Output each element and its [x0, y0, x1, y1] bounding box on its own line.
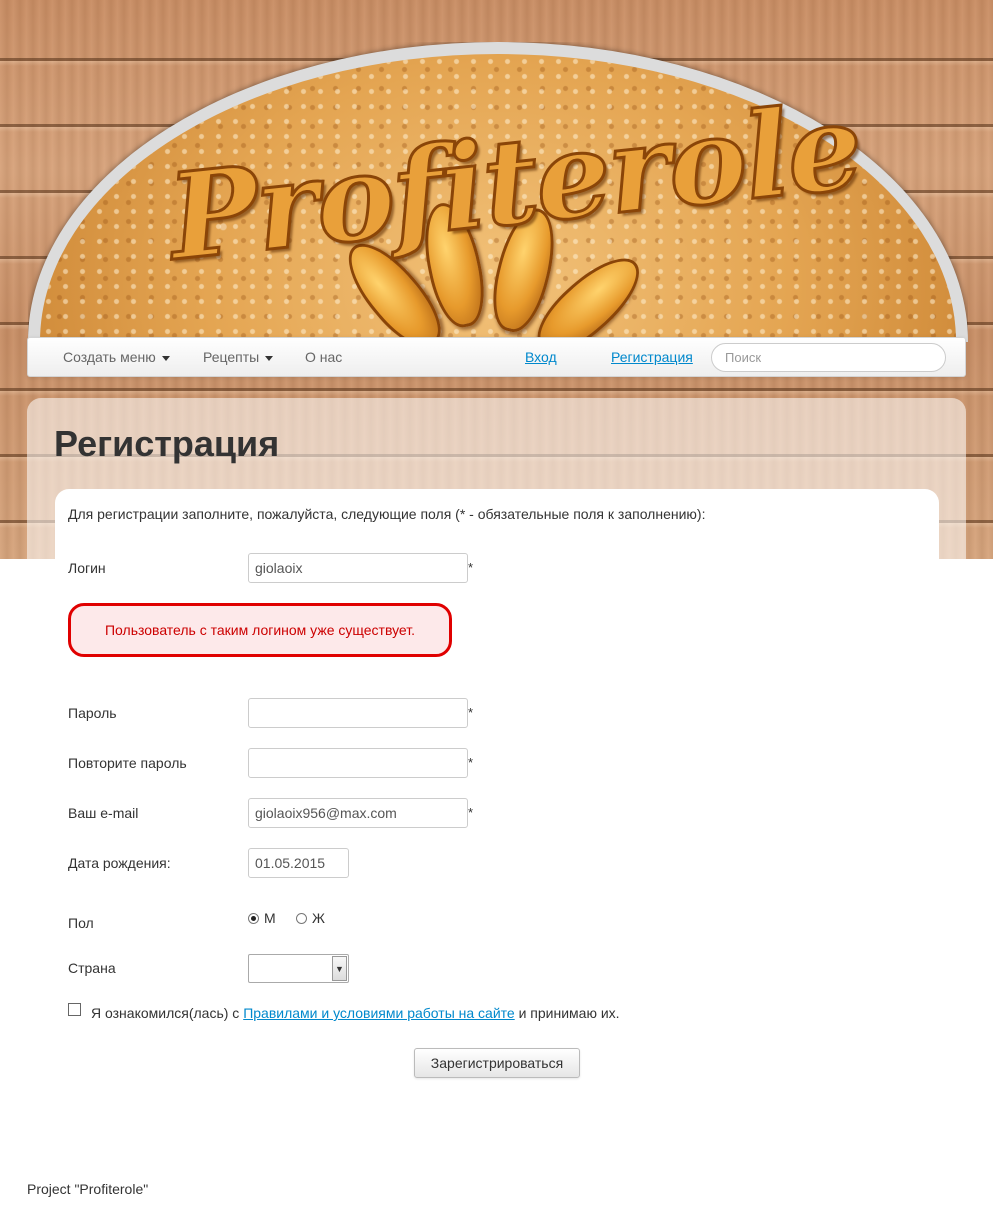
required-mark: * — [468, 755, 474, 770]
gender-option-f-label: Ж — [312, 910, 325, 926]
agree-text: Я ознакомился(лась) с Правилами и услови… — [91, 1005, 620, 1021]
nav-create-menu[interactable]: Создать меню — [63, 349, 170, 365]
search-input[interactable] — [711, 343, 946, 372]
chevron-down-icon — [161, 355, 170, 361]
register-button[interactable]: Зарегистрироваться — [414, 1048, 580, 1078]
select-arrow-icon: ▼ — [332, 956, 347, 981]
email-field[interactable] — [248, 798, 468, 828]
login-error-text: Пользователь с таким логином уже существ… — [104, 622, 415, 638]
required-mark: * — [468, 705, 474, 720]
birthdate-field[interactable] — [248, 848, 349, 878]
agree-prefix: Я ознакомился(лась) с — [91, 1005, 244, 1021]
login-error-message: Пользователь с таким логином уже существ… — [68, 603, 452, 657]
login-field[interactable] — [248, 553, 468, 583]
password-field[interactable] — [248, 698, 468, 728]
password-label: Пароль — [68, 705, 117, 721]
required-mark: * — [468, 560, 474, 575]
page-title: Регистрация — [54, 423, 280, 464]
agree-suffix: и принимаю их. — [514, 1005, 620, 1021]
agree-checkbox[interactable] — [68, 1003, 81, 1016]
country-label: Страна — [68, 960, 116, 976]
nav-recipes[interactable]: Рецепты — [203, 349, 274, 365]
password-repeat-field[interactable] — [248, 748, 468, 778]
logo-banner: Profiterole — [28, 42, 968, 342]
nav-recipes-label: Рецепты — [203, 349, 260, 365]
email-label: Ваш e-mail — [68, 805, 139, 821]
nav-create-menu-label: Создать меню — [63, 349, 156, 365]
password-repeat-label: Повторите пароль — [68, 755, 187, 771]
birthdate-label: Дата рождения: — [68, 855, 171, 871]
login-link[interactable]: Вход — [525, 349, 557, 365]
terms-link[interactable]: Правилами и условиями работы на сайте — [243, 1005, 515, 1021]
footer-text: Project "Profiterole" — [27, 1181, 149, 1197]
gender-label: Пол — [68, 915, 94, 931]
form-container — [55, 489, 939, 559]
register-link[interactable]: Регистрация — [611, 349, 693, 365]
gender-radio-m[interactable] — [248, 913, 259, 924]
country-select[interactable]: ▼ — [248, 954, 349, 983]
gender-radio-f[interactable] — [296, 913, 307, 924]
navbar: Создать меню Рецепты О нас Вход Регистра… — [27, 337, 966, 377]
gender-option-m-label: М — [264, 910, 276, 926]
required-mark: * — [468, 805, 474, 820]
form-intro: Для регистрации заполните, пожалуйста, с… — [68, 506, 706, 522]
chevron-down-icon — [265, 355, 274, 361]
nav-about[interactable]: О нас — [305, 349, 342, 365]
login-label: Логин — [68, 560, 106, 576]
